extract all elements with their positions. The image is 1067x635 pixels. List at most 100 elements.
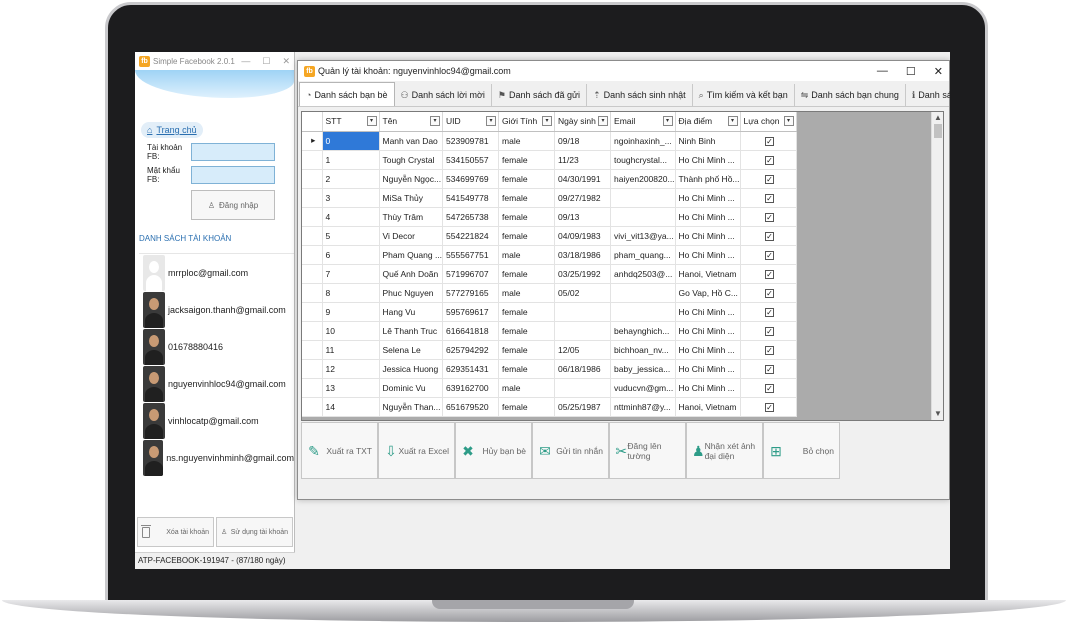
cell-uid[interactable]: 629351431	[442, 359, 500, 379]
row-header[interactable]	[302, 245, 323, 265]
row-header[interactable]: ▸	[302, 131, 323, 151]
cell-stt[interactable]: 3	[322, 188, 380, 208]
select-checkbox[interactable]: ✓	[765, 307, 775, 317]
cell-birthday[interactable]: 06/18/1986	[554, 359, 612, 379]
cell-location[interactable]: Hanoi, Vietnam	[675, 397, 741, 417]
filter-icon[interactable]: ▾	[430, 116, 441, 126]
select-checkbox[interactable]: ✓	[765, 174, 775, 184]
cell-stt[interactable]: 13	[322, 378, 380, 398]
cell-location[interactable]: Ho Chi Minh ...	[675, 340, 741, 360]
table-row[interactable]: 4 Thùy Trâm 547265738 female 09/13 Ho Chi Min…	[302, 207, 797, 227]
cell-name[interactable]: Pham Quang ...	[379, 245, 444, 265]
cell-gender[interactable]: female	[498, 207, 556, 227]
table-row[interactable]: 3 MiSa Thủy 541549778 female 09/27/1982 Ho Ch…	[302, 188, 797, 208]
cell-uid[interactable]: 541549778	[442, 188, 500, 208]
cell-gender[interactable]: female	[498, 302, 556, 322]
table-row[interactable]: 9 Hang Vu 595769617 female Ho Chi Minh ... ✓	[302, 302, 797, 322]
use-account-button[interactable]: ♙ Sử dụng tài khoản	[216, 517, 293, 547]
cell-birthday[interactable]: 11/23	[554, 150, 612, 170]
cell-gender[interactable]: female	[498, 397, 556, 417]
cell-email[interactable]: nttminh87@y...	[610, 397, 676, 417]
cell-gender[interactable]: male	[498, 378, 556, 398]
cell-location[interactable]: Go Vap, Hồ C...	[675, 283, 741, 303]
close-icon[interactable]: ✕	[282, 56, 290, 67]
cell-location[interactable]: Ho Chi Minh ...	[675, 188, 741, 208]
select-checkbox[interactable]: ✓	[765, 212, 775, 222]
cell-gender[interactable]: female	[498, 359, 556, 379]
table-row[interactable]: 10 Lê Thanh Truc 616641818 female behaynghic…	[302, 321, 797, 341]
cell-name[interactable]: Nguyễn Ngọc...	[379, 169, 444, 189]
cell-stt[interactable]: 6	[322, 245, 380, 265]
row-header[interactable]	[302, 302, 323, 322]
cell-gender[interactable]: male	[498, 245, 556, 265]
cell-uid[interactable]: 554221824	[442, 226, 500, 246]
maximize-icon[interactable]: ☐	[262, 56, 270, 67]
table-row[interactable]: 1 Tough Crystal 534150557 female 11/23 toughc…	[302, 150, 797, 170]
select-cell[interactable]: ✓	[740, 226, 797, 246]
table-row[interactable]: 8 Phuc Nguyen 577279165 male 05/02 Go Vap, Hồ…	[302, 283, 797, 303]
cell-location[interactable]: Ho Chi Minh ...	[675, 321, 741, 341]
cell-location[interactable]: Ho Chi Minh ...	[675, 378, 741, 398]
select-cell[interactable]: ✓	[740, 188, 797, 208]
select-cell[interactable]: ✓	[740, 264, 797, 284]
cell-stt[interactable]: 0	[322, 131, 380, 151]
row-header[interactable]	[302, 397, 323, 417]
cell-uid[interactable]: 571996707	[442, 264, 500, 284]
cell-email[interactable]: haiyen200820...	[610, 169, 676, 189]
select-checkbox[interactable]: ✓	[765, 383, 775, 393]
account-item[interactable]: jacksaigon.thanh@gmail.com	[143, 291, 294, 328]
select-checkbox[interactable]: ✓	[765, 326, 775, 336]
table-row[interactable]: 5 Vi Decor 554221824 female 04/09/1983 vivi_v…	[302, 226, 797, 246]
cell-birthday[interactable]: 03/18/1986	[554, 245, 612, 265]
select-cell[interactable]: ✓	[740, 340, 797, 360]
cell-stt[interactable]: 1	[322, 150, 380, 170]
cell-name[interactable]: Phuc Nguyen	[379, 283, 444, 303]
select-checkbox[interactable]: ✓	[765, 364, 775, 374]
cell-birthday[interactable]: 09/27/1982	[554, 188, 612, 208]
select-cell[interactable]: ✓	[740, 397, 797, 417]
cell-stt[interactable]: 11	[322, 340, 380, 360]
cell-stt[interactable]: 4	[322, 207, 380, 227]
table-row[interactable]: ▸ 0 Manh van Dao 523909781 male 09/18 ngoinhax…	[302, 131, 797, 151]
filter-icon[interactable]: ▾	[486, 116, 497, 126]
select-cell[interactable]: ✓	[740, 359, 797, 379]
cell-stt[interactable]: 14	[322, 397, 380, 417]
select-checkbox[interactable]: ✓	[765, 136, 775, 146]
home-link[interactable]: ⌂ Trang chủ	[141, 122, 203, 138]
table-row[interactable]: 6 Pham Quang ... 555567751 male 03/18/1986 ph…	[302, 245, 797, 265]
cell-location[interactable]: Thành phố Hồ...	[675, 169, 741, 189]
select-cell[interactable]: ✓	[740, 321, 797, 341]
row-header[interactable]	[302, 169, 323, 189]
row-header[interactable]	[302, 359, 323, 379]
cell-uid[interactable]: 534150557	[442, 150, 500, 170]
filter-icon[interactable]: ▾	[366, 116, 377, 126]
tab-5[interactable]: ⇋ Danh sách bạn chung	[795, 84, 906, 106]
cell-birthday[interactable]	[554, 378, 612, 398]
cell-name[interactable]: MiSa Thủy	[379, 188, 444, 208]
cell-location[interactable]: Ho Chi Minh ...	[675, 302, 741, 322]
account-item[interactable]: mrrploc@gmail.com	[143, 254, 294, 291]
scroll-down-icon[interactable]: ▼	[932, 408, 943, 420]
password-input[interactable]	[191, 166, 275, 184]
cell-location[interactable]: Ho Chi Minh ...	[675, 245, 741, 265]
unfriend-button[interactable]: ✖ Hủy bạn bè	[455, 422, 532, 479]
cell-stt[interactable]: 5	[322, 226, 380, 246]
minimize-icon[interactable]: —	[241, 56, 250, 67]
cell-location[interactable]: Hanoi, Vietnam	[675, 264, 741, 284]
cell-gender[interactable]: female	[498, 169, 556, 189]
cell-email[interactable]	[610, 207, 676, 227]
cell-uid[interactable]: 595769617	[442, 302, 500, 322]
cell-email[interactable]: behaynghich...	[610, 321, 676, 341]
deselect-button[interactable]: ⊞ Bỏ chọn	[763, 422, 840, 479]
row-header[interactable]	[302, 207, 323, 227]
select-cell[interactable]: ✓	[740, 150, 797, 170]
cell-birthday[interactable]: 05/02	[554, 283, 612, 303]
cell-birthday[interactable]: 12/05	[554, 340, 612, 360]
cell-email[interactable]: vivi_vit13@ya...	[610, 226, 676, 246]
cell-name[interactable]: Quế Anh Doãn	[379, 264, 444, 284]
comment-avatar-button[interactable]: ♟ Nhận xét ảnh đại diện	[686, 422, 763, 479]
cell-gender[interactable]: female	[498, 188, 556, 208]
select-cell[interactable]: ✓	[740, 378, 797, 398]
account-item[interactable]: vinhlocatp@gmail.com	[143, 402, 294, 439]
cell-name[interactable]: Tough Crystal	[379, 150, 444, 170]
